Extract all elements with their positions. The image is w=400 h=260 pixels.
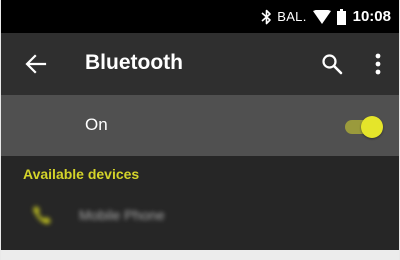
phone-screen: BAL. 10:08 Bluetooth On Available device…	[1, 0, 399, 260]
device-name: Mobile Phone	[79, 207, 165, 223]
phone-icon	[31, 204, 53, 226]
battery-icon	[336, 8, 346, 25]
toggle-label: On	[85, 115, 108, 134]
back-arrow-icon[interactable]	[25, 53, 47, 75]
switch-thumb	[361, 116, 383, 138]
page-title: Bluetooth	[85, 51, 183, 74]
clock: 10:08	[352, 8, 391, 25]
bluetooth-switch[interactable]	[345, 116, 383, 138]
wifi-icon	[312, 9, 331, 24]
divider	[1, 250, 399, 260]
status-bar: BAL. 10:08	[1, 0, 399, 33]
bluetooth-status-icon	[261, 9, 272, 25]
available-devices-header: Available devices	[23, 166, 140, 182]
more-vert-icon[interactable]	[370, 52, 386, 76]
app-bar: Bluetooth	[1, 33, 399, 95]
carrier-label: BAL.	[277, 9, 307, 24]
list-item[interactable]: Mobile Phone	[1, 192, 399, 242]
bluetooth-toggle-row[interactable]: On	[1, 95, 399, 156]
search-icon[interactable]	[321, 53, 343, 75]
